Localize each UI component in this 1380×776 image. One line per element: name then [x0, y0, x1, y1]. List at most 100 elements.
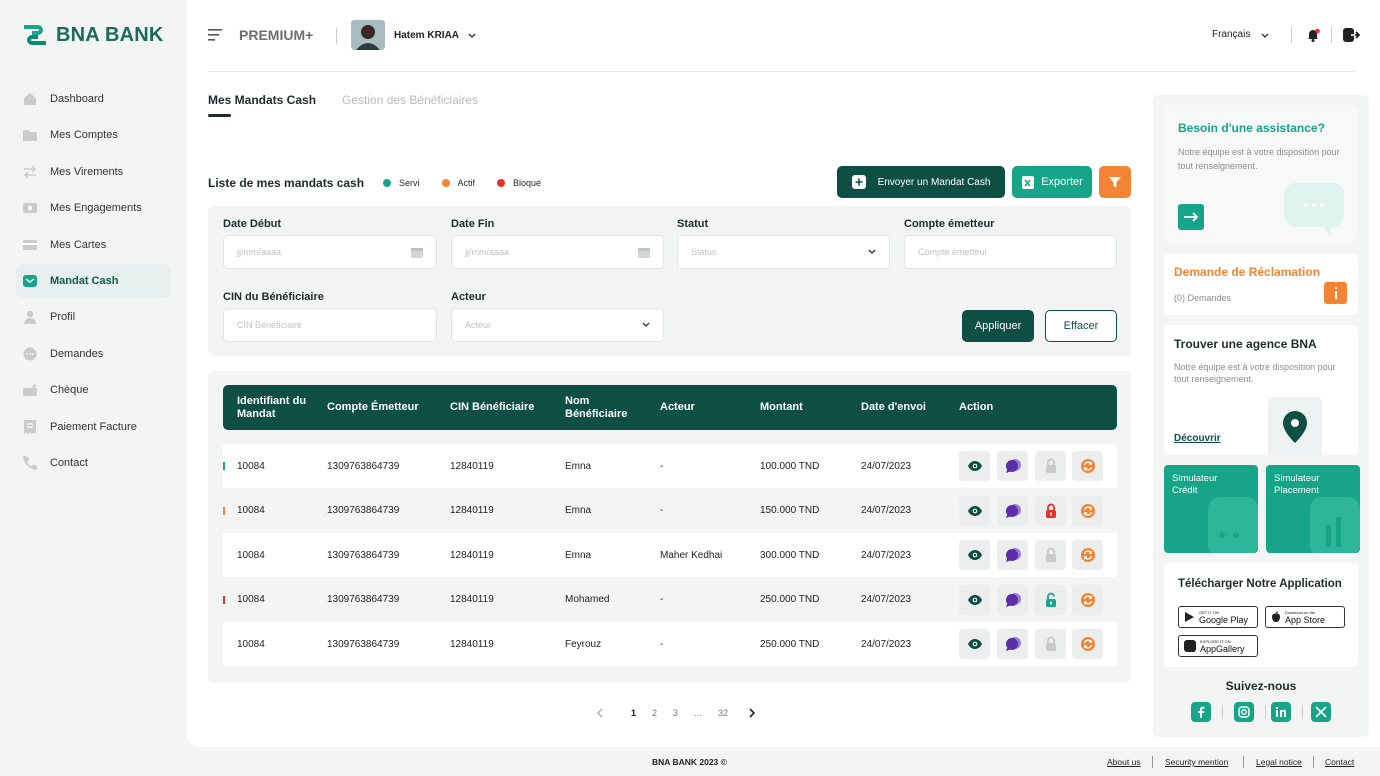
cell-id: 10084 — [237, 594, 265, 605]
legal-link[interactable]: Legal notice — [1256, 757, 1302, 767]
calculator-icon — [1208, 497, 1258, 553]
sidebar-item-mes-virements[interactable]: Mes Virements — [16, 155, 171, 189]
chevron-left-icon[interactable] — [593, 706, 609, 720]
google-play-badge[interactable]: GET IT ON Google Play — [1178, 606, 1258, 628]
sidebar-item-mes-comptes[interactable]: Mes Comptes — [16, 118, 171, 152]
table-row[interactable]: 10084 1309763864739 12840119 Emna - 150.000 T… — [223, 488, 1117, 533]
language-select[interactable]: Français — [1212, 29, 1250, 40]
cell-compte: 1309763864739 — [327, 505, 400, 516]
x-icon[interactable] — [1311, 702, 1331, 722]
chevron-down-icon[interactable] — [467, 30, 477, 40]
date-fin-input[interactable]: jj/mm/aaaa — [451, 235, 664, 269]
table-row[interactable]: 10084 1309763864739 12840119 Emna - 100.000 T… — [223, 444, 1117, 488]
avatar[interactable] — [351, 20, 385, 50]
view-button[interactable] — [959, 540, 990, 570]
cell-date: 24/07/2023 — [861, 638, 912, 650]
user-name[interactable]: Hatem KRIAA — [394, 30, 459, 41]
cell-cin: 12840119 — [450, 549, 494, 561]
message-button[interactable] — [997, 451, 1028, 481]
calendar-icon[interactable] — [637, 246, 651, 259]
assistance-arrow-button[interactable] — [1178, 204, 1204, 230]
lock-button[interactable] — [1035, 584, 1066, 615]
app-store-badge[interactable]: Download on the App Store — [1265, 606, 1345, 628]
page-2[interactable]: 2 — [644, 708, 665, 718]
message-icon — [1005, 637, 1021, 651]
view-button[interactable] — [959, 451, 990, 481]
logout-icon[interactable] — [1342, 27, 1360, 43]
menu-icon[interactable] — [208, 28, 224, 42]
message-button[interactable] — [997, 495, 1028, 526]
eye-icon — [967, 505, 982, 516]
page-1[interactable]: 1 — [623, 708, 644, 718]
sidebar-item-ch-que[interactable]: Chèque — [16, 373, 171, 407]
info-icon[interactable] — [1324, 282, 1347, 304]
view-button[interactable] — [959, 584, 990, 615]
export-button[interactable]: Exporter — [1012, 166, 1092, 198]
message-icon — [1005, 592, 1021, 607]
calendar-icon[interactable] — [410, 246, 424, 259]
page-32[interactable]: 32 — [710, 708, 736, 718]
simulateur-credit-card[interactable]: Simulateur Crédit — [1164, 465, 1258, 553]
simulateur-placement-card[interactable]: Simulateur Placement — [1266, 465, 1360, 553]
copyright: BNA BANK 2023 © — [652, 757, 727, 767]
col-montant: Montant — [760, 401, 803, 413]
bank-logo[interactable]: BNA BANK — [22, 22, 164, 48]
chevron-right-icon[interactable] — [744, 706, 760, 720]
compte-input[interactable]: Compte émetteur — [904, 235, 1117, 269]
cell-cin: 12840119 — [450, 638, 494, 650]
cell-nom: Emna — [565, 549, 592, 561]
view-button[interactable] — [959, 495, 990, 526]
instagram-icon[interactable] — [1234, 702, 1254, 722]
appgallery-badge[interactable]: EXPLORE IT ON AppGallery — [1178, 635, 1258, 657]
notification-bell-icon[interactable] — [1305, 27, 1321, 43]
date-debut-input[interactable]: jj/mm/aaaa — [223, 235, 437, 269]
col-identifiant: Identifiant du Mandat — [237, 394, 307, 420]
filter-button[interactable] — [1099, 166, 1131, 198]
contact-link[interactable]: Contact — [1325, 757, 1354, 767]
lock-icon — [1045, 503, 1056, 518]
col-nom: Nom Bénéficiaire — [565, 394, 628, 420]
view-button[interactable] — [959, 629, 990, 659]
sidebar-item-profil[interactable]: Profil — [16, 300, 171, 334]
cell-compte: 1309763864739 — [327, 594, 400, 605]
tab-mes-mandats[interactable]: Mes Mandats Cash — [208, 93, 316, 117]
cin-input[interactable]: CIN Bénéficiaire — [223, 308, 437, 342]
apply-button[interactable]: Appliquer — [962, 310, 1034, 342]
sidebar-item-contact[interactable]: Contact — [16, 446, 171, 480]
table-row[interactable]: 10084 1309763864739 12840119 Mohamed - 250.00… — [223, 577, 1117, 622]
message-button[interactable] — [997, 629, 1028, 659]
refresh-button[interactable] — [1072, 629, 1103, 659]
date-fin-label: Date Fin — [451, 218, 495, 230]
sidebar-item-mes-engagements[interactable]: Mes Engagements — [16, 191, 171, 225]
refresh-button[interactable] — [1072, 584, 1103, 615]
sidebar-item-dashboard[interactable]: Dashboard — [16, 82, 171, 116]
refresh-button[interactable] — [1072, 540, 1103, 570]
table-row[interactable]: 10084 1309763864739 12840119 Emna Maher Kedh… — [223, 533, 1117, 577]
table-row[interactable]: 10084 1309763864739 12840119 Feyrouz - 250.00… — [223, 622, 1117, 666]
lock-button[interactable] — [1035, 495, 1066, 526]
tab-gestion-beneficiaires[interactable]: Gestion des Bénéficiaires — [342, 93, 478, 117]
message-button[interactable] — [997, 540, 1028, 570]
security-link[interactable]: Security mention — [1165, 757, 1228, 767]
message-button[interactable] — [997, 584, 1028, 615]
sidebar-item-paiement-facture[interactable]: Paiement Facture — [16, 410, 171, 444]
sidebar-item-demandes[interactable]: Demandes — [16, 337, 171, 371]
decouvrir-link[interactable]: Découvrir — [1174, 433, 1221, 444]
sidebar-item-label: Profil — [50, 311, 76, 324]
about-link[interactable]: About us — [1107, 757, 1141, 767]
sidebar-item-mandat-cash[interactable]: Mandat Cash — [16, 263, 171, 298]
acteur-select[interactable]: Acteur — [451, 308, 664, 342]
refresh-button[interactable] — [1072, 451, 1103, 481]
linkedin-icon[interactable] — [1271, 702, 1291, 722]
clear-button[interactable]: Effacer — [1045, 310, 1117, 342]
engagement-icon — [22, 200, 38, 216]
sidebar-item-mes-cartes[interactable]: Mes Cartes — [16, 228, 171, 262]
refresh-button[interactable] — [1072, 495, 1103, 526]
facebook-icon[interactable] — [1191, 702, 1211, 722]
chevron-down-icon[interactable] — [1260, 30, 1270, 40]
cell-montant: 100.000 TND — [760, 460, 820, 472]
statut-select[interactable]: Status — [677, 235, 890, 269]
send-mandat-button[interactable]: Envoyer un Mandat Cash — [837, 166, 1005, 198]
page-3[interactable]: 3 — [665, 708, 686, 718]
reclamation-card[interactable]: Demande de Réclamation (0) Demandes — [1164, 254, 1358, 315]
